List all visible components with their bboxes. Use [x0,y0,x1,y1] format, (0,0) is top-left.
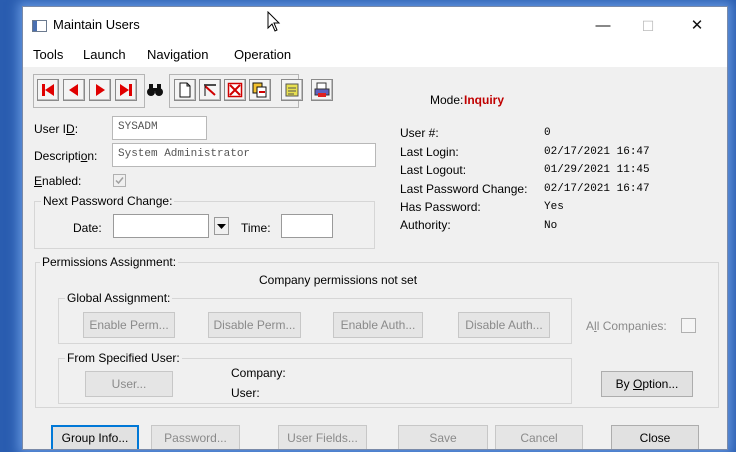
find-button[interactable] [144,79,166,101]
last-logout-value: 01/29/2021 11:45 [544,164,650,176]
last-password-change-value: 02/17/2021 16:47 [544,183,650,195]
global-assignment-title: Global Assignment: [65,291,173,305]
last-record-icon [120,84,132,96]
toolbar [33,74,363,109]
disable-perm-button[interactable]: Disable Perm... [208,312,301,338]
has-password-label: Has Password: [400,200,481,214]
menu-operation[interactable]: Operation [234,47,291,62]
previous-record-button[interactable] [63,79,85,101]
first-record-icon [42,84,54,96]
description-field[interactable]: System Administrator [112,143,376,167]
delete-button[interactable] [224,79,246,101]
mouse-cursor-icon [267,11,281,32]
binoculars-icon [147,84,163,96]
cancel-button[interactable]: Cancel [495,425,583,449]
enable-auth-button[interactable]: Enable Auth... [333,312,423,338]
next-record-button[interactable] [89,79,111,101]
user-num-value: 0 [544,127,551,139]
user-id-field[interactable]: SYSADM [112,116,207,140]
menu-navigation[interactable]: Navigation [147,47,208,62]
user-label: User: [231,386,260,400]
mode-label: Mode: [430,93,464,107]
next-password-change-title: Next Password Change: [41,194,175,208]
next-record-icon [96,84,105,96]
authority-label: Authority: [400,218,451,232]
user-id-label: User ID: [34,122,79,136]
checkmark-icon [115,177,124,185]
all-companies-label: All Companies: [586,319,667,333]
last-logout-label: Last Logout: [400,163,467,177]
permissions-status: Company permissions not set [259,273,418,287]
user-num-label: User #: [400,126,439,140]
window-title: Maintain Users [53,17,140,32]
company-label: Company: [231,366,286,380]
all-companies-checkbox[interactable] [681,318,696,333]
notepad-icon [285,83,299,97]
date-label: Date: [73,221,102,235]
maintain-users-window: Maintain Users — ☐ ✕ Tools Launch Naviga… [22,6,728,450]
menu-launch[interactable]: Launch [83,47,126,62]
date-field[interactable] [113,214,209,238]
enable-perm-button[interactable]: Enable Perm... [83,312,175,338]
minimize-button[interactable]: — [581,13,625,39]
permissions-assignment-title: Permissions Assignment: [40,255,179,269]
mode-value: Inquiry [464,93,505,107]
time-field[interactable] [281,214,333,238]
last-record-button[interactable] [115,79,137,101]
enabled-checkbox[interactable] [113,174,126,187]
edit-button[interactable] [199,79,221,101]
last-password-change-label: Last Password Change: [400,182,528,196]
print-button[interactable] [311,79,333,101]
authority-value: No [544,220,558,232]
user-button[interactable]: User... [85,371,173,397]
print-icon [314,82,330,97]
enabled-label: Enabled: [34,174,82,188]
by-option-button[interactable]: By Option... [601,371,693,397]
edit-pencil-icon [204,84,216,96]
chevron-down-icon [217,224,226,229]
notes-button[interactable] [281,79,303,101]
new-document-icon [179,82,191,98]
description-label: Description: [34,149,98,163]
copy-button[interactable] [249,79,271,101]
password-button[interactable]: Password... [151,425,240,449]
user-fields-button[interactable]: User Fields... [278,425,367,449]
menu-tools[interactable]: Tools [33,47,63,62]
copy-icon [252,82,267,98]
new-button[interactable] [174,79,196,101]
from-specified-user-title: From Specified User: [65,351,182,365]
group-info-button[interactable]: Group Info... [51,425,139,449]
disable-auth-button[interactable]: Disable Auth... [458,312,550,338]
date-dropdown-button[interactable] [214,217,229,235]
app-icon [32,20,47,32]
delete-icon [227,82,243,98]
menu-bar: Tools Launch Navigation Operation [23,43,727,67]
has-password-value: Yes [544,201,564,213]
save-button[interactable]: Save [398,425,488,449]
previous-record-icon [69,84,78,96]
title-bar[interactable]: Maintain Users — ☐ ✕ [23,7,727,43]
close-window-button[interactable]: ✕ [675,13,719,39]
first-record-button[interactable] [37,79,59,101]
time-label: Time: [241,221,271,235]
last-login-value: 02/17/2021 16:47 [544,146,650,158]
last-login-label: Last Login: [400,145,459,159]
close-button[interactable]: Close [611,425,699,449]
maximize-button[interactable]: ☐ [626,13,670,39]
